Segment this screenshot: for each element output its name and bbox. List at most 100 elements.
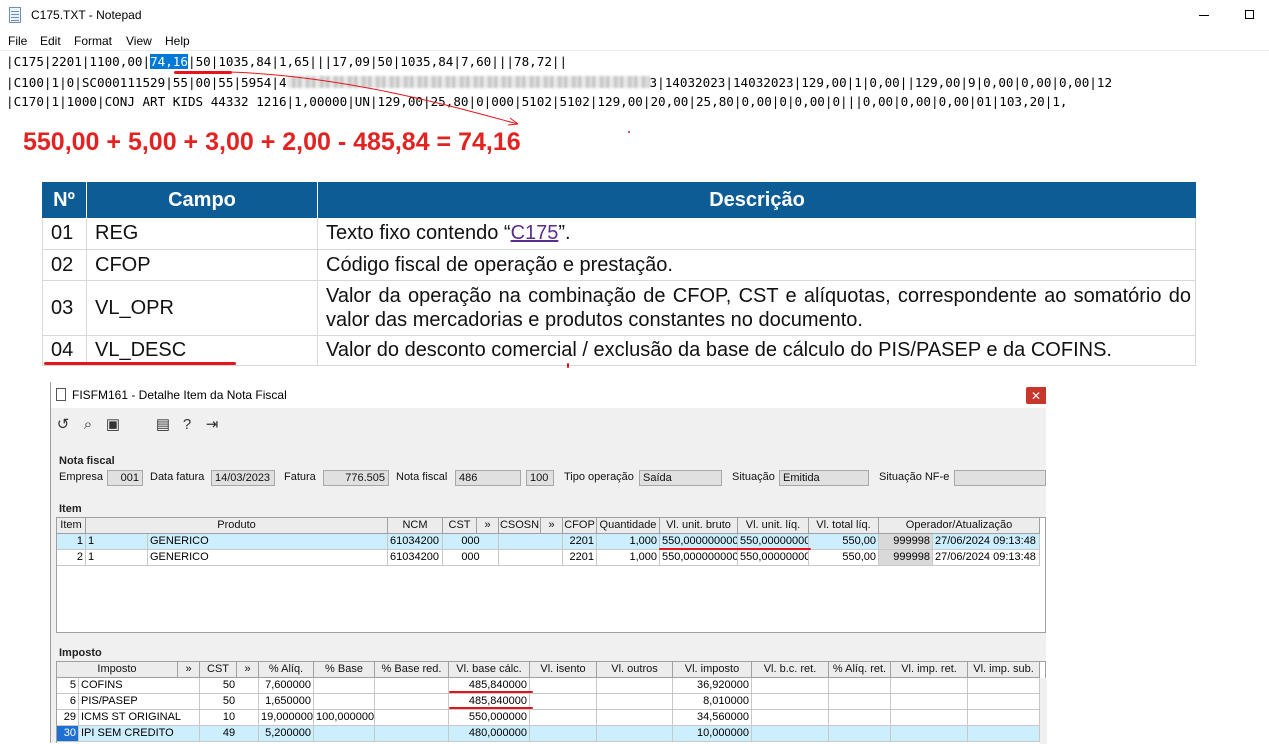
cell-atualizacao[interactable]: 27/06/2024 09:13:48	[933, 550, 1040, 566]
imposto-grid[interactable]: Imposto » CST » % Alíq. % Base % Base re…	[56, 661, 1047, 744]
cell-item[interactable]: 1	[57, 534, 86, 550]
cell-code[interactable]: 5	[57, 678, 79, 694]
menu-file[interactable]: File	[8, 34, 27, 48]
menu-view[interactable]: View	[126, 34, 152, 48]
cell-aliq-ret[interactable]	[829, 678, 891, 694]
cell-cst[interactable]: 000	[443, 534, 499, 550]
col-header[interactable]: Produto	[86, 518, 388, 534]
cell-cst[interactable]: 000	[443, 550, 499, 566]
cell-operador[interactable]: 999998	[879, 534, 933, 550]
cell-imp-sub[interactable]	[968, 694, 1040, 710]
cell-base[interactable]	[314, 678, 375, 694]
cell-imposto[interactable]: PIS/PASEP	[79, 694, 200, 710]
cell-isento[interactable]	[530, 726, 597, 742]
cell-unit-bruto[interactable]: 550,000000000	[660, 550, 738, 566]
cell-cod[interactable]: 1	[86, 550, 148, 566]
tipo-operacao-field[interactable]: Saída	[639, 470, 722, 486]
col-header[interactable]: Vl. imp. sub.	[968, 662, 1040, 678]
cell-cod[interactable]: 1	[86, 534, 148, 550]
cell-cst[interactable]: 50	[200, 694, 259, 710]
col-header[interactable]: % Alíq. ret.	[829, 662, 891, 678]
cell-imp-ret[interactable]	[891, 710, 968, 726]
cell-base[interactable]	[314, 694, 375, 710]
cell-quantidade[interactable]: 1,000	[597, 534, 660, 550]
col-header[interactable]: Vl. isento	[530, 662, 597, 678]
col-header[interactable]: Vl. outros	[597, 662, 673, 678]
minimize-icon[interactable]	[1199, 15, 1209, 16]
cell-outros[interactable]	[597, 710, 673, 726]
cell-cfop[interactable]: 2201	[563, 534, 597, 550]
cell-produto[interactable]: GENERICO	[148, 534, 388, 550]
cell-total-liq[interactable]: 550,00	[809, 534, 879, 550]
col-header[interactable]: % Base	[314, 662, 375, 678]
situacao-field[interactable]: Emitida	[779, 470, 869, 486]
cell-unit-liq[interactable]: 550,000000000	[738, 550, 809, 566]
text-editor[interactable]: |C175|2201|1100,00|74,16|50|1035,84|1,65…	[0, 50, 1269, 112]
col-header[interactable]: Imposto	[57, 662, 178, 678]
col-header[interactable]: % Alíq.	[259, 662, 314, 678]
cell-imp-sub[interactable]	[968, 710, 1040, 726]
col-header[interactable]: Vl. unit. líq.	[738, 518, 809, 534]
cell-vl-imposto[interactable]: 34,560000	[673, 710, 752, 726]
col-header[interactable]: Vl. imposto	[673, 662, 752, 678]
menu-edit[interactable]: Edit	[40, 34, 61, 48]
cell-bc-ret[interactable]	[752, 710, 829, 726]
cell-csosn[interactable]	[499, 550, 563, 566]
undo-icon[interactable]: ↺	[54, 415, 72, 433]
serie-field[interactable]: 100	[526, 470, 554, 486]
col-header[interactable]: Quantidade	[597, 518, 660, 534]
maximize-icon[interactable]	[1245, 10, 1254, 19]
cell-atualizacao[interactable]: 27/06/2024 09:13:48	[933, 534, 1040, 550]
cell-ncm[interactable]: 61034200	[388, 534, 443, 550]
col-header[interactable]: »	[178, 662, 200, 678]
cell-base-calc[interactable]: 550,000000	[449, 710, 530, 726]
fatura-field[interactable]: 776.505	[323, 470, 389, 486]
cell-base-red[interactable]	[375, 678, 449, 694]
cell-item[interactable]: 2	[57, 550, 86, 566]
cell-produto[interactable]: GENERICO	[148, 550, 388, 566]
cell-vl-imposto[interactable]: 8,010000	[673, 694, 752, 710]
vertical-scrollbar[interactable]	[1040, 678, 1047, 744]
col-header[interactable]: Vl. total líq.	[809, 518, 879, 534]
col-header[interactable]: CST	[443, 518, 477, 534]
item-grid[interactable]: Item Produto NCM CST » CSOSN » CFOP Quan…	[56, 517, 1046, 633]
cell-imp-sub[interactable]	[968, 726, 1040, 742]
cell-imp-sub[interactable]	[968, 678, 1040, 694]
cell-aliq[interactable]: 1,650000	[259, 694, 314, 710]
cell-cst[interactable]: 50	[200, 678, 259, 694]
cell-imposto[interactable]: COFINS	[79, 678, 200, 694]
data-fatura-field[interactable]: 14/03/2023	[211, 470, 275, 486]
search-icon[interactable]: ⌕	[79, 415, 97, 433]
col-header[interactable]: CSOSN	[499, 518, 541, 534]
col-header[interactable]: Vl. unit. bruto	[660, 518, 738, 534]
col-header[interactable]: CST	[200, 662, 237, 678]
col-header[interactable]: NCM	[388, 518, 443, 534]
cell-outros[interactable]	[597, 694, 673, 710]
cell-bc-ret[interactable]	[752, 678, 829, 694]
cell-base[interactable]: 100,000000	[314, 710, 375, 726]
col-header[interactable]: CFOP	[563, 518, 597, 534]
cell-code[interactable]: 6	[57, 694, 79, 710]
empresa-field[interactable]: 001	[107, 470, 143, 486]
cell-cst[interactable]: 49	[200, 726, 259, 742]
cell-outros[interactable]	[597, 726, 673, 742]
cell-imposto[interactable]: ICMS ST ORIGINAL	[79, 710, 200, 726]
cell-aliq[interactable]: 5,200000	[259, 726, 314, 742]
cell-base-red[interactable]	[375, 710, 449, 726]
col-header[interactable]: »	[541, 518, 563, 534]
cell-aliq[interactable]: 7,600000	[259, 678, 314, 694]
cell-cfop[interactable]: 2201	[563, 550, 597, 566]
close-button[interactable]: ✕	[1026, 387, 1046, 404]
menu-format[interactable]: Format	[74, 34, 112, 48]
col-header[interactable]: Operador/Atualização	[879, 518, 1040, 534]
col-header[interactable]: Vl. imp. ret.	[891, 662, 968, 678]
cell-imp-ret[interactable]	[891, 726, 968, 742]
c175-link[interactable]: C175	[511, 222, 559, 245]
cell-code-focused[interactable]: 30	[57, 726, 79, 742]
cell-quantidade[interactable]: 1,000	[597, 550, 660, 566]
cell-aliq-ret[interactable]	[829, 694, 891, 710]
cell-aliq-ret[interactable]	[829, 726, 891, 742]
nota-fiscal-field[interactable]: 486	[455, 470, 521, 486]
cell-operador[interactable]: 999998	[879, 550, 933, 566]
calendar-icon[interactable]: ▤	[154, 415, 172, 433]
